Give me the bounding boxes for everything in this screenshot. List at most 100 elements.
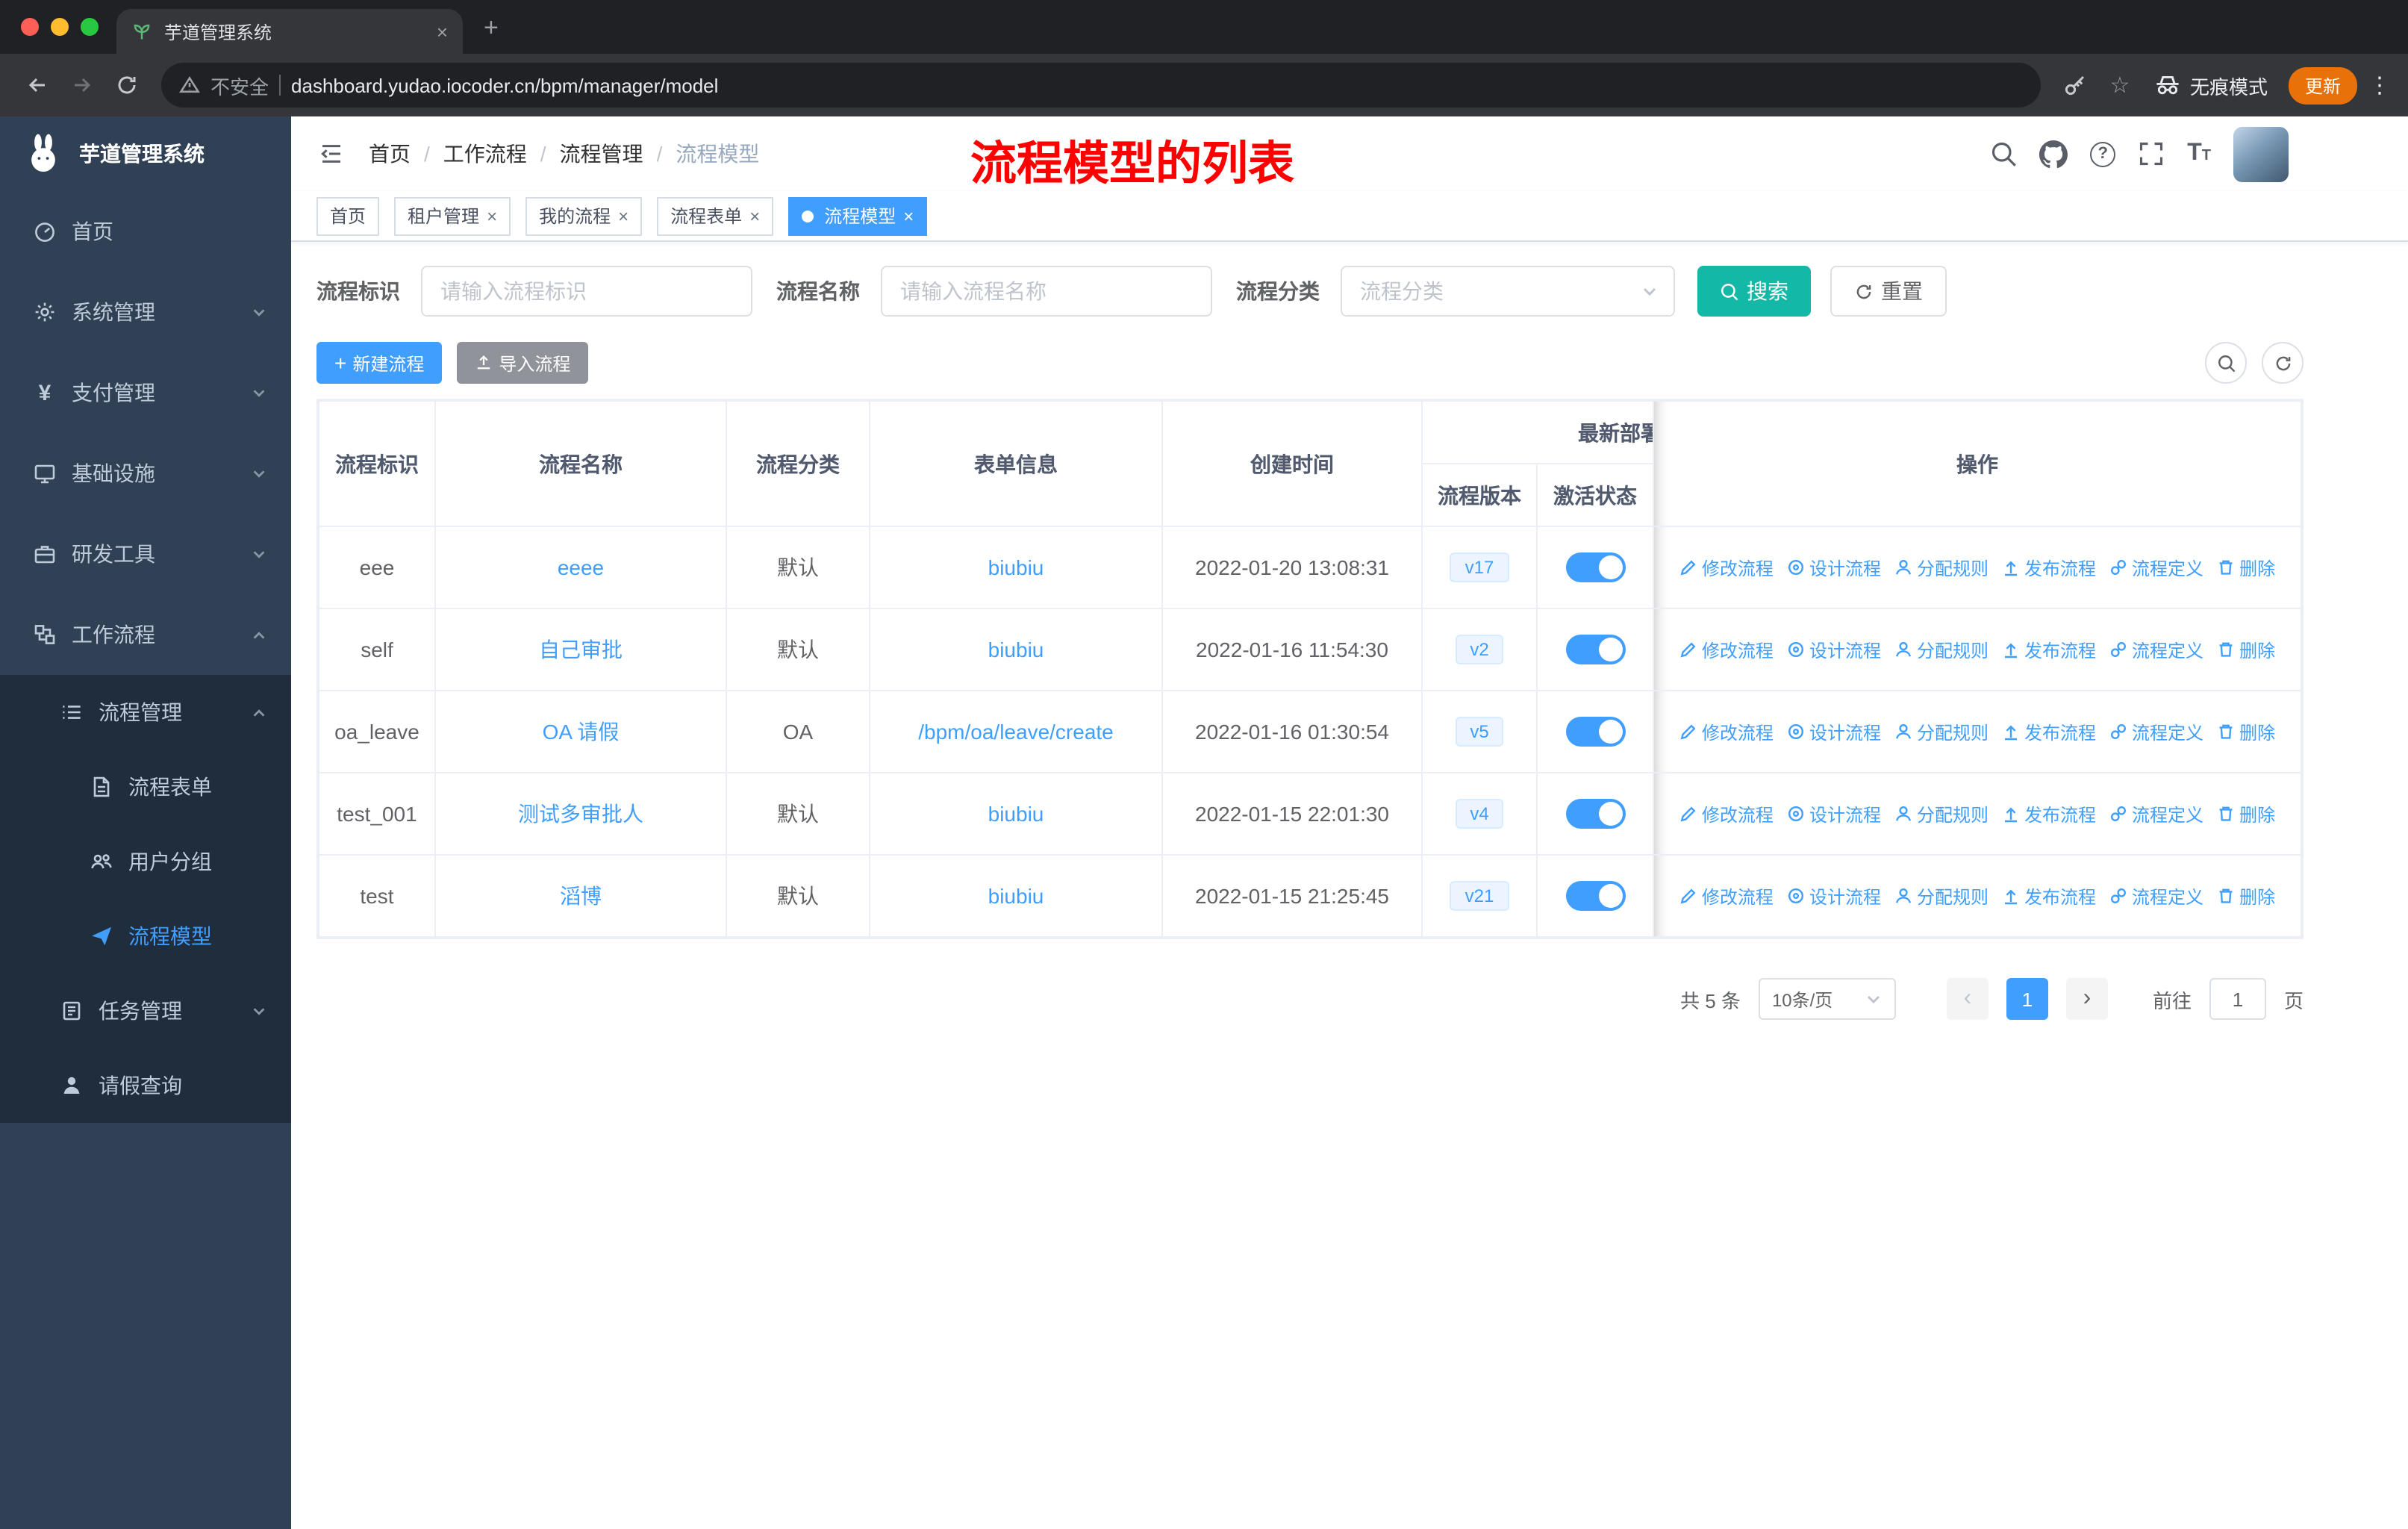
active-toggle[interactable] bbox=[1565, 799, 1625, 829]
breadcrumb-process-management[interactable]: 流程管理 bbox=[560, 139, 643, 169]
goto-page-input[interactable] bbox=[2209, 978, 2266, 1020]
publish-process-link[interactable]: 发布流程 bbox=[2002, 719, 2096, 744]
edit-process-link[interactable]: 修改流程 bbox=[1679, 883, 1774, 909]
delete-link[interactable]: 删除 bbox=[2217, 719, 2275, 744]
back-button[interactable] bbox=[15, 63, 60, 108]
active-toggle[interactable] bbox=[1565, 881, 1625, 911]
user-avatar[interactable] bbox=[2233, 126, 2289, 181]
url-bar[interactable]: 不安全 dashboard.yudao.iocoder.cn/bpm/manag… bbox=[161, 63, 2041, 108]
model-name-link[interactable]: OA 请假 bbox=[543, 720, 620, 744]
process-definition-link[interactable]: 流程定义 bbox=[2109, 883, 2203, 909]
design-process-link[interactable]: 设计流程 bbox=[1787, 637, 1881, 662]
sidebar-item-user-group[interactable]: 用户分组 bbox=[0, 824, 291, 899]
sidebar-collapse-icon[interactable] bbox=[318, 142, 345, 166]
sidebar-item-leave-query[interactable]: 请假查询 bbox=[0, 1048, 291, 1123]
model-name-link[interactable]: 测试多审批人 bbox=[518, 802, 643, 826]
delete-link[interactable]: 删除 bbox=[2217, 801, 2275, 826]
edit-process-link[interactable]: 修改流程 bbox=[1679, 801, 1774, 826]
sidebar-item-process-model[interactable]: 流程模型 bbox=[0, 899, 291, 974]
sidebar-item-infrastructure[interactable]: 基础设施 bbox=[0, 433, 291, 514]
active-toggle[interactable] bbox=[1565, 552, 1625, 582]
tag-close-icon[interactable]: × bbox=[618, 205, 628, 226]
assign-rule-link[interactable]: 分配规则 bbox=[1894, 637, 1989, 662]
sidebar-item-workflow[interactable]: 工作流程 bbox=[0, 594, 291, 675]
new-tab-button[interactable]: + bbox=[484, 13, 499, 43]
tag-process-model[interactable]: 流程模型 × bbox=[788, 196, 928, 235]
show-search-button[interactable] bbox=[2205, 342, 2247, 384]
form-link[interactable]: biubiu bbox=[988, 802, 1044, 826]
sidebar-item-dev-tools[interactable]: 研发工具 bbox=[0, 514, 291, 594]
design-process-link[interactable]: 设计流程 bbox=[1787, 555, 1881, 580]
process-definition-link[interactable]: 流程定义 bbox=[2109, 555, 2203, 580]
import-process-button[interactable]: 导入流程 bbox=[457, 342, 589, 384]
form-link[interactable]: biubiu bbox=[988, 638, 1044, 661]
current-page-button[interactable]: 1 bbox=[2006, 978, 2048, 1020]
process-id-input[interactable] bbox=[421, 266, 752, 317]
tab-close-icon[interactable]: × bbox=[437, 20, 448, 43]
password-key-icon[interactable] bbox=[2053, 63, 2097, 108]
search-icon[interactable] bbox=[1990, 140, 2017, 167]
help-icon[interactable]: ? bbox=[2090, 141, 2116, 166]
process-definition-link[interactable]: 流程定义 bbox=[2109, 719, 2203, 744]
model-name-link[interactable]: eeee bbox=[558, 555, 604, 579]
tag-tenant-management[interactable]: 租户管理 × bbox=[394, 196, 511, 235]
bookmark-star-icon[interactable]: ☆ bbox=[2097, 63, 2142, 108]
design-process-link[interactable]: 设计流程 bbox=[1787, 801, 1881, 826]
window-minimize-button[interactable] bbox=[51, 18, 69, 36]
publish-process-link[interactable]: 发布流程 bbox=[2002, 801, 2096, 826]
process-category-select[interactable]: 流程分类 bbox=[1341, 266, 1675, 317]
active-toggle[interactable] bbox=[1565, 635, 1625, 664]
tag-close-icon[interactable]: × bbox=[749, 205, 760, 226]
sidebar-item-payment[interactable]: ¥ 支付管理 bbox=[0, 352, 291, 433]
sidebar-item-task-management[interactable]: 任务管理 bbox=[0, 974, 291, 1048]
sidebar-item-process-management[interactable]: 流程管理 bbox=[0, 675, 291, 750]
next-page-button[interactable]: › bbox=[2065, 978, 2108, 1020]
page-size-select[interactable]: 10条/页 bbox=[1758, 978, 1896, 1020]
process-definition-link[interactable]: 流程定义 bbox=[2109, 801, 2203, 826]
browser-menu-icon[interactable]: ⋮ bbox=[2366, 72, 2393, 99]
process-definition-link[interactable]: 流程定义 bbox=[2109, 637, 2203, 662]
tag-home[interactable]: 首页 bbox=[316, 196, 380, 235]
reset-button[interactable]: 重置 bbox=[1830, 266, 1947, 317]
search-button[interactable]: 搜索 bbox=[1697, 266, 1811, 317]
tag-close-icon[interactable]: × bbox=[487, 205, 497, 226]
font-size-icon[interactable]: TT bbox=[2187, 141, 2211, 166]
tag-my-process[interactable]: 我的流程 × bbox=[525, 196, 643, 235]
breadcrumb-workflow[interactable]: 工作流程 bbox=[443, 139, 527, 169]
tag-close-icon[interactable]: × bbox=[903, 205, 914, 226]
form-link[interactable]: /bpm/oa/leave/create bbox=[918, 720, 1114, 744]
delete-link[interactable]: 删除 bbox=[2217, 555, 2275, 580]
sidebar-item-system[interactable]: 系统管理 bbox=[0, 272, 291, 352]
design-process-link[interactable]: 设计流程 bbox=[1787, 883, 1881, 909]
assign-rule-link[interactable]: 分配规则 bbox=[1894, 719, 1989, 744]
model-name-link[interactable]: 滔博 bbox=[560, 884, 602, 908]
edit-process-link[interactable]: 修改流程 bbox=[1679, 719, 1774, 744]
assign-rule-link[interactable]: 分配规则 bbox=[1894, 883, 1989, 909]
model-name-link[interactable]: 自己审批 bbox=[539, 638, 623, 661]
assign-rule-link[interactable]: 分配规则 bbox=[1894, 801, 1989, 826]
sidebar-item-process-form[interactable]: 流程表单 bbox=[0, 750, 291, 824]
edit-process-link[interactable]: 修改流程 bbox=[1679, 555, 1774, 580]
active-toggle[interactable] bbox=[1565, 717, 1625, 747]
delete-link[interactable]: 删除 bbox=[2217, 883, 2275, 909]
window-close-button[interactable] bbox=[21, 18, 39, 36]
publish-process-link[interactable]: 发布流程 bbox=[2002, 555, 2096, 580]
process-name-input[interactable] bbox=[881, 266, 1212, 317]
window-zoom-button[interactable] bbox=[81, 18, 99, 36]
publish-process-link[interactable]: 发布流程 bbox=[2002, 637, 2096, 662]
form-link[interactable]: biubiu bbox=[988, 884, 1044, 908]
browser-tab[interactable]: 芋道管理系统 × bbox=[116, 9, 463, 54]
tag-process-form[interactable]: 流程表单 × bbox=[657, 196, 774, 235]
publish-process-link[interactable]: 发布流程 bbox=[2002, 883, 2096, 909]
sidebar-item-home[interactable]: 首页 bbox=[0, 191, 291, 272]
prev-page-button[interactable]: ‹ bbox=[1946, 978, 1989, 1020]
reload-button[interactable] bbox=[105, 63, 149, 108]
breadcrumb-home[interactable]: 首页 bbox=[369, 139, 411, 169]
forward-button[interactable] bbox=[60, 63, 105, 108]
assign-rule-link[interactable]: 分配规则 bbox=[1894, 555, 1989, 580]
github-icon[interactable] bbox=[2039, 140, 2068, 168]
edit-process-link[interactable]: 修改流程 bbox=[1679, 637, 1774, 662]
create-process-button[interactable]: + 新建流程 bbox=[316, 342, 443, 384]
design-process-link[interactable]: 设计流程 bbox=[1787, 719, 1881, 744]
form-link[interactable]: biubiu bbox=[988, 555, 1044, 579]
